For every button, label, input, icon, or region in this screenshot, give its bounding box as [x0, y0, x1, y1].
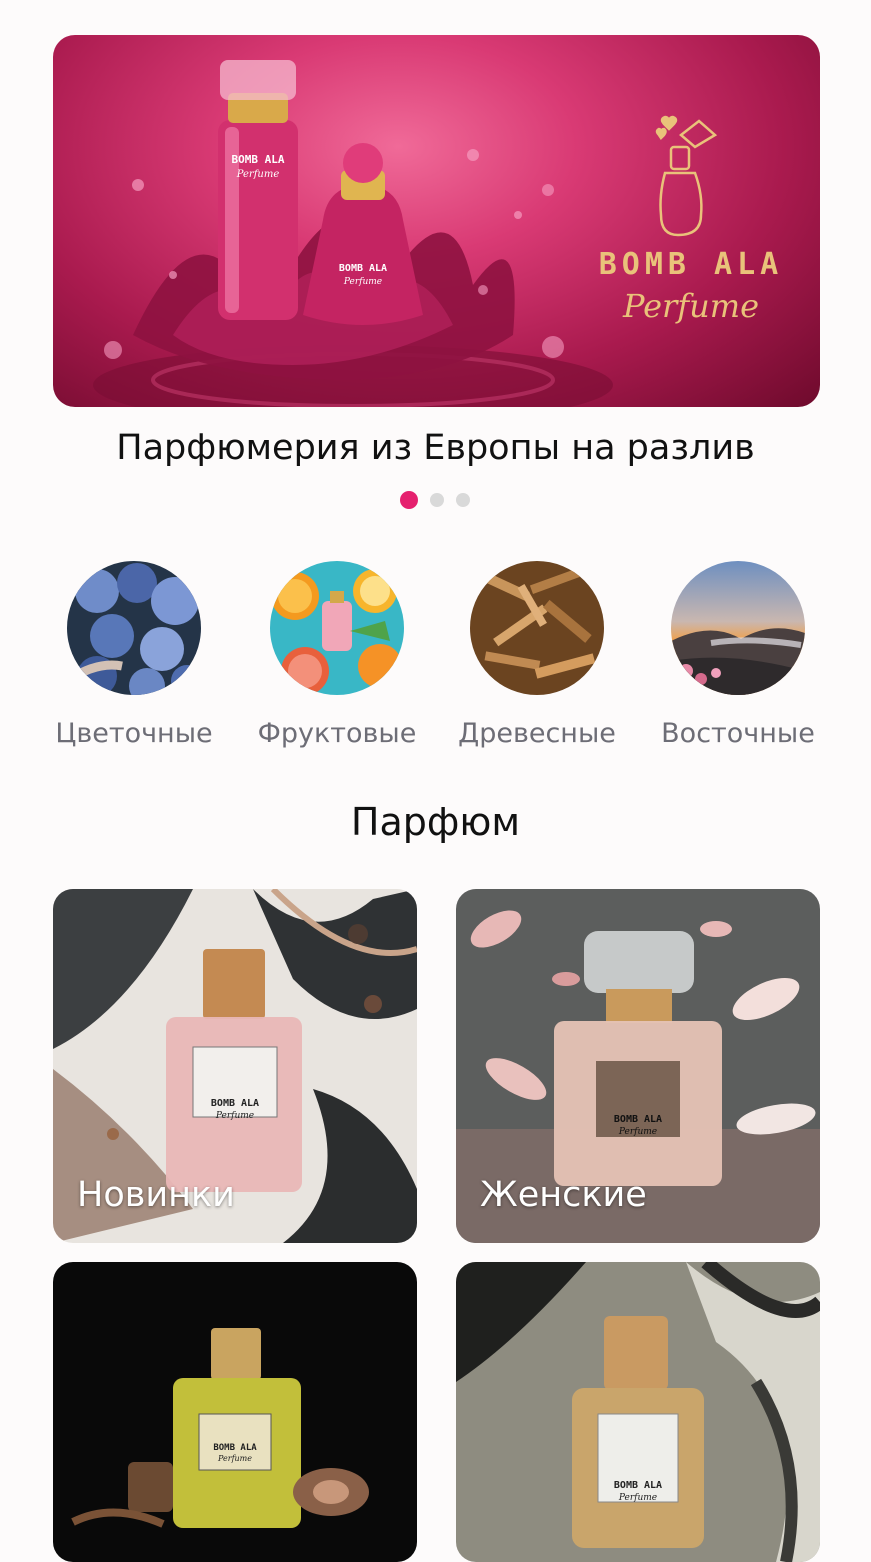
- category-woody[interactable]: Древесные: [442, 561, 632, 749]
- svg-text:BOMB ALA: BOMB ALA: [213, 1443, 257, 1453]
- tile-mens[interactable]: BOMB ALA Perfume: [53, 1262, 417, 1562]
- category-label: Древесные: [458, 718, 616, 749]
- wood-chips-image: [470, 561, 604, 695]
- brand-subtitle: Perfume: [622, 287, 760, 325]
- svg-text:Perfume: Perfume: [343, 277, 382, 287]
- svg-text:Perfume: Perfume: [236, 169, 280, 180]
- brand-name: BOMB ALA: [598, 247, 784, 282]
- svg-text:BOMB ALA: BOMB ALA: [614, 1114, 662, 1125]
- carousel-dot-active[interactable]: [400, 491, 418, 509]
- category-label: Фруктовые: [257, 718, 417, 749]
- category-floral[interactable]: Цветочные: [39, 561, 229, 749]
- svg-text:Perfume: Perfume: [215, 1111, 254, 1121]
- hero-banner[interactable]: BOMB ALA Perfume BOMB ALA Perfume BOMB A…: [53, 35, 820, 407]
- brand-logo-icon: [655, 115, 718, 237]
- perfume-bottle-image: BOMB ALA Perfume: [456, 1262, 820, 1562]
- svg-text:BOMB ALA: BOMB ALA: [614, 1480, 662, 1491]
- carousel-pagination[interactable]: [400, 491, 470, 509]
- svg-text:Perfume: Perfume: [618, 1493, 657, 1503]
- flowers-image: [67, 561, 201, 695]
- tile-new-arrivals[interactable]: BOMB ALA Perfume Новинки: [53, 889, 417, 1243]
- fruits-image: [270, 561, 404, 695]
- perfume-splash-illustration: BOMB ALA Perfume BOMB ALA Perfume: [93, 60, 718, 407]
- carousel-dot[interactable]: [456, 493, 470, 507]
- category-fruity[interactable]: Фруктовые: [242, 561, 432, 749]
- tile-label: Новинки: [77, 1175, 235, 1215]
- category-oriental[interactable]: Восточные: [643, 561, 833, 749]
- section-title: Парфюм: [350, 800, 521, 844]
- category-label: Восточные: [661, 718, 815, 749]
- banner-caption: Парфюмерия из Европы на разлив: [116, 428, 755, 468]
- tile-womens[interactable]: BOMB ALA Perfume Женские: [456, 889, 820, 1243]
- category-label: Цветочные: [55, 718, 213, 749]
- tile-unisex[interactable]: BOMB ALA Perfume: [456, 1262, 820, 1562]
- carousel-dot[interactable]: [430, 493, 444, 507]
- svg-text:BOMB ALA: BOMB ALA: [211, 1098, 259, 1109]
- svg-text:Perfume: Perfume: [217, 1454, 252, 1463]
- tile-label: Женские: [480, 1175, 647, 1215]
- svg-text:BOMB ALA: BOMB ALA: [339, 263, 387, 274]
- svg-text:Perfume: Perfume: [618, 1127, 657, 1137]
- svg-text:BOMB ALA: BOMB ALA: [232, 153, 285, 166]
- perfume-bottle-image: BOMB ALA Perfume: [53, 1262, 417, 1562]
- sunset-landscape-image: [671, 561, 805, 695]
